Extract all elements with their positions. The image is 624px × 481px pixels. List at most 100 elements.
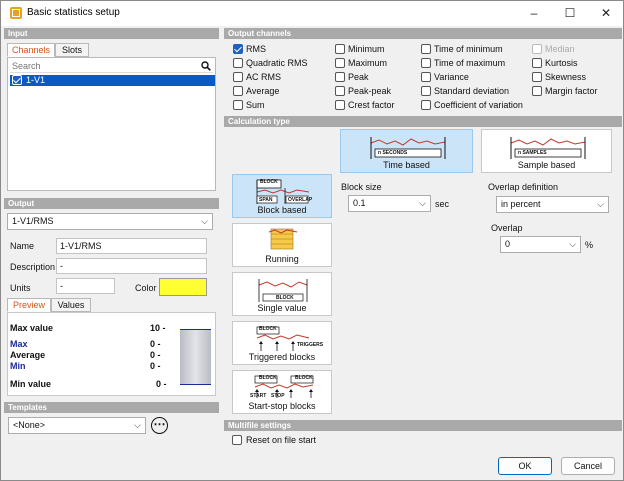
average-label: Average (10, 350, 46, 360)
start-stop-block-tag-1: BLOCK (259, 375, 277, 381)
output-channel-checkbox[interactable] (233, 58, 243, 68)
output-channel-checkbox[interactable] (421, 72, 431, 82)
sample-based-tile[interactable]: n SAMPLES Sample based (481, 129, 612, 173)
output-channel-checkbox[interactable] (335, 86, 345, 96)
overlap-field[interactable]: 0 ⌵ (500, 236, 581, 253)
stop-tag: STOP (271, 393, 285, 399)
tab-values[interactable]: Values (51, 298, 91, 312)
output-channel-label: Standard deviation (434, 86, 510, 96)
output-channel-checkbox[interactable] (421, 44, 431, 54)
time-based-tile[interactable]: n SECONDS Time based (340, 129, 473, 173)
output-channel-label: Time of minimum (434, 44, 503, 54)
output-channel-label: Maximum (348, 58, 388, 68)
output-channel-label: Minimum (348, 44, 385, 54)
window-title: Basic statistics setup (27, 7, 120, 18)
templates-header: Templates (4, 402, 219, 413)
output-channel-checkbox[interactable] (233, 44, 243, 54)
title-bar: Basic statistics setup – ☐ ✕ (1, 1, 623, 26)
output-channel-checkbox[interactable] (421, 86, 431, 96)
output-channel-label: Average (246, 86, 280, 96)
search-input[interactable] (10, 60, 213, 73)
output-channels-header: Output channels (224, 28, 622, 39)
min-stat: 0 - (150, 361, 161, 371)
start-tag: START (250, 393, 267, 399)
single-value-label: Single value (257, 303, 307, 313)
start-stop-blocks-tile[interactable]: BLOCK BLOCK START STOP Start-stop blocks (232, 370, 332, 414)
triggered-block-tag: BLOCK (259, 326, 277, 332)
triggers-tag: TRIGGERS (297, 342, 324, 348)
single-value-tile[interactable]: BLOCK Single value (232, 272, 332, 316)
block-based-tile[interactable]: BLOCK SPAN OVERLAP Block based (232, 174, 332, 218)
ok-button[interactable]: OK (498, 457, 552, 475)
output-channel-label: Crest factor (348, 100, 395, 110)
output-select[interactable]: 1-V1/RMS ⌵ (7, 213, 213, 230)
output-channel-label: Quadratic RMS (246, 58, 308, 68)
template-select[interactable]: <None> ⌵ (8, 417, 146, 434)
output-channel-checkbox[interactable] (532, 72, 542, 82)
tab-channels[interactable]: Channels (7, 43, 55, 57)
start-stop-blocks-label: Start-stop blocks (248, 401, 316, 411)
output-channel-checkbox[interactable] (233, 86, 243, 96)
maximize-button[interactable]: ☐ (553, 1, 587, 26)
block-size-value: 0.1 (353, 198, 366, 208)
triggered-blocks-tile[interactable]: BLOCK TRIGGERS Triggered blocks (232, 321, 332, 365)
app-icon (10, 7, 22, 19)
running-tile[interactable]: Running (232, 223, 332, 267)
tab-slots[interactable]: Slots (55, 43, 89, 57)
output-channel-checkbox[interactable] (532, 58, 542, 68)
output-channel-checkbox[interactable] (335, 58, 345, 68)
channel-checkbox[interactable] (12, 75, 22, 85)
output-channel-label: Variance (434, 72, 469, 82)
triggered-blocks-label: Triggered blocks (248, 352, 316, 362)
dialog-window: Basic statistics setup – ☐ ✕ Input Chann… (0, 0, 624, 481)
average-stat: 0 - (150, 350, 161, 360)
output-channel-label: Coefficient of variation (434, 100, 523, 110)
reset-on-file-start-label: Reset on file start (246, 435, 317, 445)
running-icon (268, 228, 298, 250)
sample-based-tag: n SAMPLES (518, 150, 547, 156)
color-swatch[interactable] (159, 278, 207, 296)
output-channel-checkbox[interactable] (335, 72, 345, 82)
template-select-value: <None> (13, 420, 46, 430)
description-field[interactable]: - (56, 258, 207, 274)
description-label: Description (10, 262, 56, 272)
output-channel-checkbox[interactable] (421, 58, 431, 68)
chevron-down-icon: ⌵ (569, 239, 576, 249)
search-icon[interactable] (201, 61, 211, 71)
calculation-type-header: Calculation type (224, 116, 622, 127)
output-channel-checkbox[interactable] (532, 86, 542, 96)
output-channel-label: Sum (246, 100, 265, 110)
min-label: Min (10, 361, 26, 371)
name-label: Name (10, 241, 35, 251)
max-value-label: Max value (10, 323, 54, 333)
time-based-tag: n SECONDS (378, 150, 408, 156)
channels-panel: 1-V1 (7, 57, 216, 191)
block-tag: BLOCK (260, 179, 278, 185)
output-channel-checkbox[interactable] (233, 100, 243, 110)
output-channel-label: RMS (246, 44, 266, 54)
tab-preview[interactable]: Preview (7, 298, 51, 312)
output-channel-checkbox[interactable] (335, 100, 345, 110)
sample-based-label: Sample based (517, 160, 576, 170)
output-channel-checkbox[interactable] (335, 44, 345, 54)
output-channel-label: Median (545, 44, 575, 54)
overlap-tag: OVERLAP (288, 197, 313, 203)
close-button[interactable]: ✕ (589, 1, 623, 26)
overlap-definition-select[interactable]: in percent ⌵ (496, 196, 609, 213)
time-based-label: Time based (383, 160, 430, 170)
minimize-button[interactable]: – (517, 1, 551, 26)
output-channel-checkbox[interactable] (233, 72, 243, 82)
color-label: Color (135, 283, 157, 293)
list-item[interactable]: 1-V1 (10, 75, 215, 86)
overlap-unit: % (585, 240, 594, 250)
chevron-down-icon: ⌵ (597, 199, 604, 209)
input-header: Input (4, 28, 219, 39)
name-field[interactable]: 1-V1/RMS (56, 238, 207, 254)
units-field[interactable]: - (56, 278, 115, 294)
cancel-button[interactable]: Cancel (561, 457, 615, 475)
block-size-field[interactable]: 0.1 ⌵ (348, 195, 431, 212)
chevron-down-icon: ⌵ (134, 420, 141, 430)
more-options-icon[interactable]: ⋯ (151, 417, 168, 434)
output-channel-checkbox[interactable] (421, 100, 431, 110)
reset-on-file-start-checkbox[interactable] (232, 435, 242, 445)
